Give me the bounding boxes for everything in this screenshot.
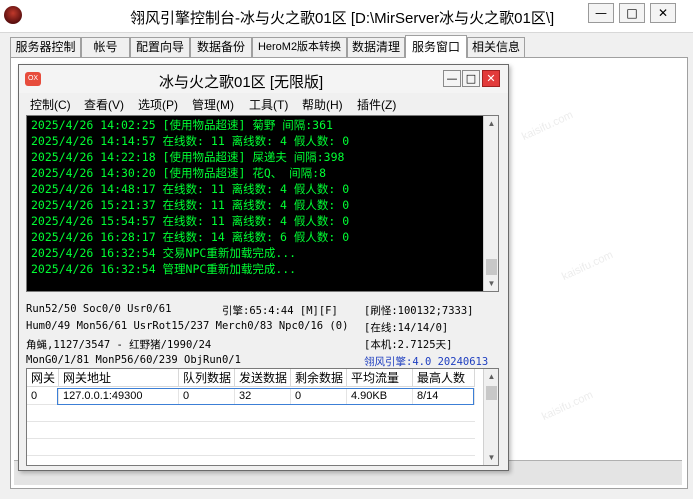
menu-view[interactable]: 查看(V) (84, 96, 124, 113)
status-local: [本机:2.7125天] (364, 339, 453, 351)
status-monster: 角蝇,1127/3547 - 红野猪/1990/24 (26, 339, 212, 351)
log-scrollbar[interactable]: ▲ ▼ (483, 116, 498, 291)
log-line: 2025/4/26 15:21:37 在线数: 11 离线数: 4 假人数: 0 (31, 198, 350, 212)
menu-help[interactable]: 帮助(H) (302, 96, 343, 113)
status-engine: 引擎:65:4:44 [M][F] (222, 305, 338, 317)
col-header-remaining[interactable]: 剩余数据 (291, 369, 347, 387)
scroll-up-arrow-icon[interactable]: ▲ (484, 369, 498, 384)
col-header-queue[interactable]: 队列数据 (179, 369, 235, 387)
inner-close-button[interactable]: ✕ (482, 70, 500, 87)
menu-manage[interactable]: 管理(M) (192, 96, 234, 113)
table-row-empty (27, 422, 475, 439)
status-run: Run52/50 Soc0/0 Usr0/61 (26, 303, 172, 315)
log-line: 2025/4/26 16:28:17 在线数: 14 离线数: 6 假人数: 0 (31, 230, 350, 244)
close-button[interactable]: ✕ (650, 3, 676, 23)
log-line: 2025/4/26 14:30:20 [使用物品超速] 花Q、 间隔:8 (31, 166, 327, 180)
tab-account[interactable]: 帐号 (81, 37, 130, 57)
scroll-thumb[interactable] (486, 259, 497, 275)
server-window-icon: OX (25, 72, 41, 86)
tab-service-window[interactable]: 服务窗口 (405, 35, 467, 58)
maximize-button[interactable]: □ (619, 3, 645, 23)
tab-data-backup[interactable]: 数据备份 (190, 37, 252, 57)
menu-options[interactable]: 选项(P) (138, 96, 178, 113)
log-line: 2025/4/26 14:02:25 [使用物品超速] 菊野 间隔:361 (31, 118, 333, 132)
log-line: 2025/4/26 16:32:54 管理NPC重新加载完成... (31, 262, 297, 276)
inner-minimize-button[interactable]: — (443, 70, 461, 87)
window-title: 翎风引擎控制台-冰与火之歌01区 [D:\MirServer冰与火之歌01区\] (130, 10, 555, 27)
server-window: OX 冰与火之歌01区 [无限版] — □ ✕ 控制(C) 查看(V) 选项(P… (18, 64, 509, 471)
tab-herom2-convert[interactable]: HeroM2版本转换 (252, 37, 347, 57)
server-window-title: 冰与火之歌01区 [无限版] (159, 74, 324, 91)
table-row-empty (27, 405, 475, 422)
status-mong: MonG0/1/81 MonP56/60/239 ObjRun0/1 (26, 354, 241, 366)
menu-control[interactable]: 控制(C) (30, 96, 71, 113)
col-header-sent[interactable]: 发送数据 (235, 369, 291, 387)
main-titlebar: 翎风引擎控制台-冰与火之歌01区 [D:\MirServer冰与火之歌01区\]… (0, 0, 693, 33)
log-line: 2025/4/26 14:22:18 [使用物品超速] 屎递夫 间隔:398 (31, 150, 345, 164)
log-line: 2025/4/26 14:48:17 在线数: 11 离线数: 4 假人数: 0 (31, 182, 350, 196)
server-window-titlebar: OX 冰与火之歌01区 [无限版] — □ ✕ (19, 65, 508, 93)
row-selection-outline (57, 388, 474, 405)
log-console: 2025/4/26 14:02:25 [使用物品超速] 菊野 间隔:361 20… (26, 115, 499, 292)
col-header-avg-traffic[interactable]: 平均流量 (347, 369, 413, 387)
col-header-max-users[interactable]: 最高人数 (413, 369, 475, 387)
col-header-address[interactable]: 网关地址 (59, 369, 179, 387)
scroll-thumb[interactable] (486, 386, 497, 400)
log-line: 2025/4/26 16:32:54 交易NPC重新加载完成... (31, 246, 297, 260)
menu-plugins[interactable]: 插件(Z) (357, 96, 396, 113)
minimize-button[interactable]: — (588, 3, 614, 23)
col-header-gateway[interactable]: 网关 (27, 369, 59, 387)
scroll-down-arrow-icon[interactable]: ▼ (484, 450, 498, 465)
status-online: [在线:14/14/0] (364, 322, 449, 334)
log-line: 2025/4/26 15:54:57 在线数: 11 离线数: 4 假人数: 0 (31, 214, 350, 228)
scroll-down-arrow-icon[interactable]: ▼ (484, 276, 498, 291)
cell-gateway: 0 (27, 388, 59, 404)
menu-bar: 控制(C) 查看(V) 选项(P) 管理(M) 工具(T) 帮助(H) 插件(Z… (19, 93, 508, 113)
app-logo-icon (4, 6, 22, 24)
table-row-empty (27, 439, 475, 456)
tab-related-info[interactable]: 相关信息 (467, 37, 525, 57)
table-scrollbar[interactable]: ▲ ▼ (483, 369, 498, 465)
status-hum: Hum0/49 Mon56/61 UsrRot15/237 Merch0/83 … (26, 320, 349, 332)
tab-data-cleanup[interactable]: 数据清理 (347, 37, 405, 57)
status-version: 翎风引擎:4.0 20240613 (364, 356, 489, 368)
status-spawn: [刷怪:100132;7333] (364, 305, 474, 317)
gateway-table: 网关 网关地址 队列数据 发送数据 剩余数据 平均流量 最高人数 0 127.0… (26, 368, 499, 466)
tab-server-control[interactable]: 服务器控制 (10, 37, 81, 57)
inner-maximize-button[interactable]: □ (462, 70, 480, 87)
menu-tools[interactable]: 工具(T) (249, 96, 288, 113)
tab-config-wizard[interactable]: 配置向导 (130, 37, 190, 57)
log-line: 2025/4/26 14:14:57 在线数: 11 离线数: 4 假人数: 0 (31, 134, 350, 148)
scroll-up-arrow-icon[interactable]: ▲ (484, 116, 498, 131)
